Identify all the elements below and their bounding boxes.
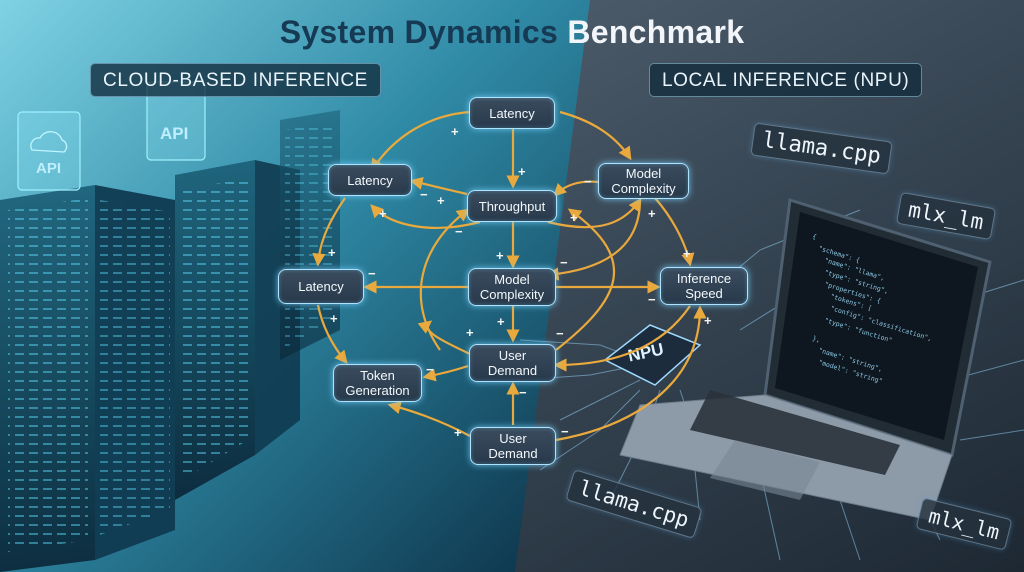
local-inference-label: LOCAL INFERENCE (NPU) xyxy=(649,63,923,97)
polarity-minus: − xyxy=(561,424,569,439)
polarity-minus: − xyxy=(556,326,564,341)
polarity-minus: − xyxy=(648,292,656,307)
node-latency-mid: Latency xyxy=(278,269,364,304)
page-title: System Dynamics Benchmark xyxy=(0,14,1024,51)
polarity-plus: + xyxy=(683,246,691,261)
node-model-complexity-right: Model Complexity xyxy=(598,163,689,199)
polarity-plus: + xyxy=(518,164,526,179)
node-inference-speed: Inference Speed xyxy=(660,267,748,305)
title-part-1: System Dynamics xyxy=(279,14,568,50)
title-part-2: Benchmark xyxy=(567,14,745,50)
polarity-plus: + xyxy=(496,248,504,263)
node-latency-left: Latency xyxy=(328,164,412,196)
polarity-minus: − xyxy=(455,224,463,239)
polarity-plus: + xyxy=(437,193,445,208)
cloud-inference-label: CLOUD-BASED INFERENCE xyxy=(90,63,381,97)
polarity-plus: + xyxy=(704,313,712,328)
polarity-plus: + xyxy=(451,124,459,139)
polarity-plus: + xyxy=(379,206,387,221)
polarity-minus: − xyxy=(420,187,428,202)
polarity-minus: − xyxy=(426,362,434,377)
node-latency-top: Latency xyxy=(469,97,555,129)
polarity-minus: − xyxy=(368,266,376,281)
polarity-plus: + xyxy=(466,325,474,340)
api-label-right: API xyxy=(160,124,189,143)
polarity-plus: + xyxy=(497,314,505,329)
polarity-plus: + xyxy=(328,245,336,260)
polarity-plus: + xyxy=(570,210,578,225)
node-throughput: Throughput xyxy=(467,190,557,222)
node-user-demand-upper: User Demand xyxy=(469,344,556,382)
node-model-complexity-center: Model Complexity xyxy=(468,268,556,306)
polarity-minus: − xyxy=(519,385,527,400)
api-label-left: API xyxy=(36,160,62,177)
polarity-minus: − xyxy=(560,255,568,270)
polarity-minus: − xyxy=(584,174,592,189)
polarity-plus: + xyxy=(454,425,462,440)
node-token-generation: Token Generation xyxy=(333,364,422,402)
polarity-plus: + xyxy=(330,311,338,326)
node-user-demand-lower: User Demand xyxy=(470,427,556,465)
polarity-plus: + xyxy=(648,206,656,221)
